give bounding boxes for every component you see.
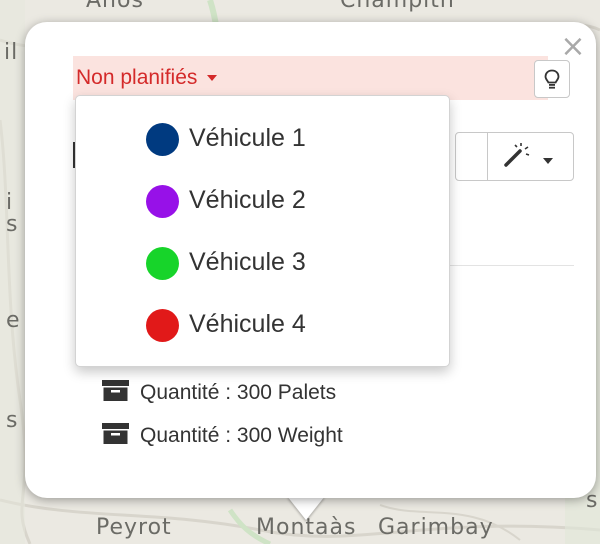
map-label: Anos [86,0,144,13]
vehicle-label: Véhicule 1 [189,124,306,152]
vehicle-color-dot [146,309,179,342]
magic-wand-button[interactable] [503,143,563,171]
caret-down-icon [207,75,218,82]
quantity-row: Quantité : 300 Weight [102,423,343,448]
status-label: Non planifiés [76,66,198,89]
vehicle-label: Véhicule 3 [189,248,306,276]
map-label: e [6,308,21,333]
vehicle-label: Véhicule 4 [189,310,306,338]
vehicle-menu-item[interactable]: Véhicule 2 [146,180,426,220]
vehicle-color-dot [146,185,179,218]
status-dropdown-toggle[interactable]: Non planifiés [76,66,218,90]
close-button[interactable]: × [558,32,588,62]
vehicle-label: Véhicule 2 [189,186,306,214]
popup-tip [287,496,325,520]
vehicle-menu-item[interactable]: Véhicule 4 [146,304,426,344]
vehicle-menu-item[interactable]: Véhicule 3 [146,242,426,282]
map-label: Garimbay [378,515,494,540]
map-label: s [6,408,19,433]
map-label: Champith [340,0,455,13]
divider [487,133,488,180]
map-label: il [4,40,19,65]
map-label: Peyrot [96,515,172,540]
lightbulb-icon [544,69,560,89]
quantity-text: Quantité : 300 Weight [140,424,343,447]
quantity-text: Quantité : 300 Palets [140,381,337,404]
magic-wand-icon [504,143,530,167]
status-bar: Non planifiés [73,56,548,100]
caret-down-icon [543,158,553,164]
tool-button-group [455,132,574,181]
archive-icon [102,423,129,444]
vehicle-menu-item[interactable]: Véhicule 1 [146,118,426,158]
vehicle-color-dot [146,247,179,280]
hint-button[interactable] [534,60,570,98]
map-label: s [6,212,19,237]
archive-icon [102,380,129,401]
vehicle-dropdown-menu: Véhicule 1 Véhicule 2 Véhicule 3 Véhicul… [75,95,450,367]
vehicle-color-dot [146,123,179,156]
quantity-row: Quantité : 300 Palets [102,380,336,405]
